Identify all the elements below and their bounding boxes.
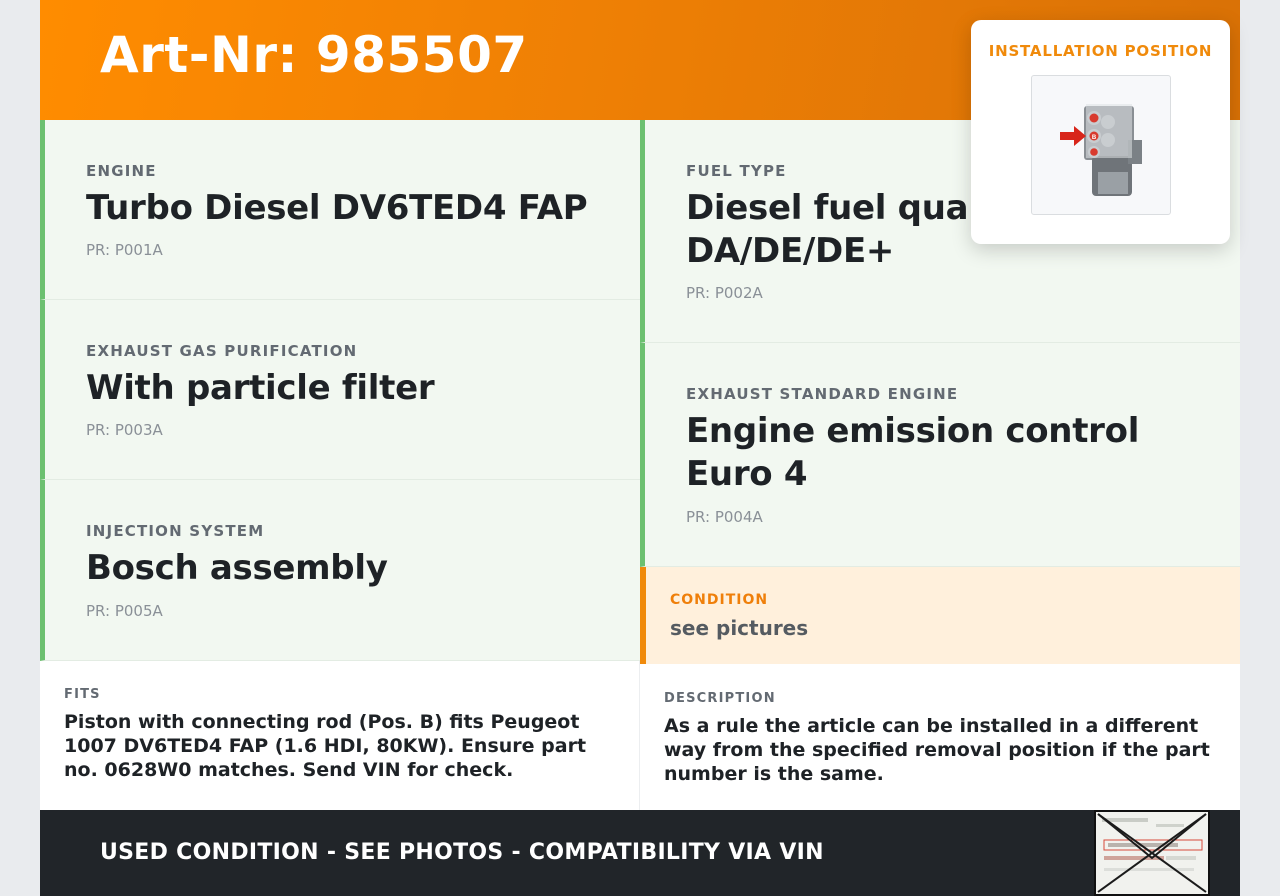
footer-text: USED CONDITION - SEE PHOTOS - COMPATIBIL… [100, 840, 824, 865]
spec-label: EXHAUST STANDARD ENGINE [686, 385, 959, 403]
spec-pr-code: PR: P005A [86, 602, 163, 620]
installation-position-label: INSTALLATION POSITION [988, 42, 1213, 60]
condition-value: see pictures [670, 616, 809, 640]
spec-label: INJECTION SYSTEM [86, 522, 265, 540]
spec-value: With particle filter [86, 368, 435, 408]
spec-label: ENGINE [86, 162, 157, 180]
position-marker-b: B [1092, 135, 1097, 141]
spec-pr-code: PR: P003A [86, 421, 163, 439]
spec-exhaust-purification: EXHAUST GAS PURIFICATION With particle f… [40, 300, 640, 480]
vin-document-thumbnail [1094, 810, 1210, 896]
description-label: DESCRIPTION [664, 691, 776, 706]
description-section: DESCRIPTION As a rule the article can be… [640, 664, 1240, 810]
spec-injection-system: INJECTION SYSTEM Bosch assembly PR: P005… [40, 480, 640, 661]
spec-pr-code: PR: P001A [86, 241, 163, 259]
spec-value: Engine emission control Euro 4 [686, 411, 1140, 494]
spec-label: EXHAUST GAS PURIFICATION [86, 342, 358, 360]
spec-label: FUEL TYPE [686, 162, 787, 180]
fits-label: FITS [64, 687, 101, 702]
condition-panel: CONDITION see pictures [640, 567, 1240, 664]
spec-value: Bosch assembly [86, 548, 388, 588]
spec-value: Turbo Diesel DV6TED4 FAP [86, 188, 588, 228]
installation-position-card: INSTALLATION POSITION B [971, 20, 1230, 244]
article-number-title: Art-Nr: 985507 [100, 26, 528, 84]
description-text: As a rule the article can be installed i… [664, 715, 1210, 785]
spec-pr-code: PR: P002A [686, 284, 763, 302]
spec-exhaust-standard: EXHAUST STANDARD ENGINE Engine emission … [640, 343, 1240, 567]
spec-engine: ENGINE Turbo Diesel DV6TED4 FAP PR: P001… [40, 120, 640, 300]
fits-text: Piston with connecting rod (Pos. B) fits… [64, 711, 587, 781]
footer-bar: USED CONDITION - SEE PHOTOS - COMPATIBIL… [40, 810, 1240, 896]
fits-section: FITS Piston with connecting rod (Pos. B)… [40, 661, 640, 810]
engine-diagram-frame[interactable]: B [1031, 75, 1171, 215]
engine-diagram-image: B [1060, 104, 1142, 196]
condition-label: CONDITION [670, 592, 769, 608]
arrow-right-icon [1060, 126, 1086, 146]
vin-document-image [1096, 812, 1208, 894]
spec-pr-code: PR: P004A [686, 508, 763, 526]
